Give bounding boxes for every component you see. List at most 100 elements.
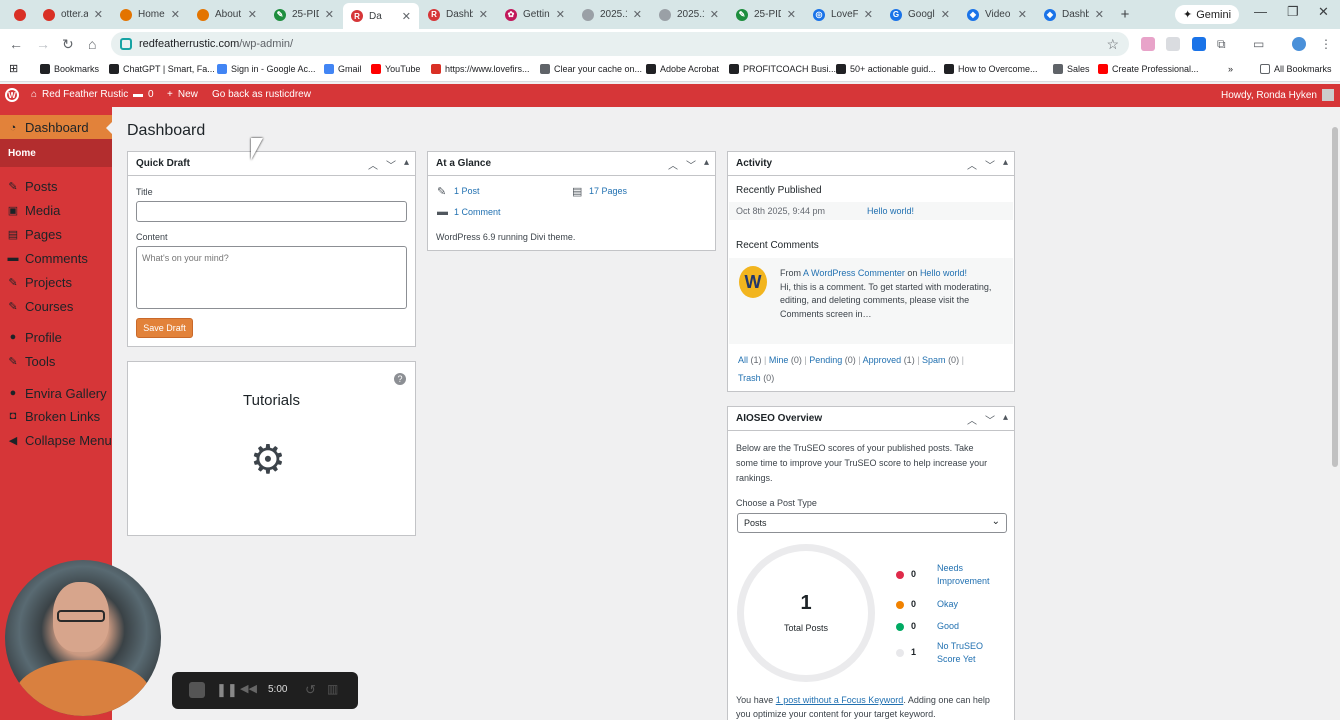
sidebar-item-tools[interactable]: ✎ Tools xyxy=(0,350,112,372)
save-draft-button[interactable]: Save Draft xyxy=(136,318,193,338)
extension-icon[interactable] xyxy=(1166,37,1180,51)
tab-close-icon[interactable]: ✕ xyxy=(1095,8,1104,21)
browser-tab[interactable]: G Googl ✕ xyxy=(882,3,958,27)
browser-tab[interactable]: R Dashb ✕ xyxy=(420,3,496,27)
collapse-toggle-icon[interactable]: ▴ xyxy=(1003,157,1008,172)
comments-link[interactable]: ▬ 0 xyxy=(133,89,154,100)
tab-close-icon[interactable]: ✕ xyxy=(94,8,103,21)
reload-icon[interactable]: ↻ xyxy=(62,36,74,53)
commenter-link[interactable]: A WordPress Commenter xyxy=(803,268,905,278)
collapse-toggle-icon[interactable]: ▴ xyxy=(704,157,709,172)
close-window-icon[interactable]: ✕ xyxy=(1318,4,1329,20)
browser-tab[interactable]: 2025.1 ✕ xyxy=(574,3,650,27)
bookmark-item[interactable]: Adobe Acrobat xyxy=(646,64,719,74)
filter-trash[interactable]: Trash (0) xyxy=(738,373,774,383)
browser-tab[interactable]: About ✕ xyxy=(189,3,265,27)
tab-close-icon[interactable]: ✕ xyxy=(941,8,950,21)
move-up-icon[interactable]: ︿ xyxy=(967,412,977,427)
tab-close-icon[interactable]: ✕ xyxy=(325,8,334,21)
scrollbar-thumb[interactable] xyxy=(1332,127,1338,467)
all-bookmarks[interactable]: All Bookmarks xyxy=(1260,64,1332,74)
browser-tab[interactable]: otter.ai ✕ xyxy=(35,3,111,27)
gemini-button[interactable]: ✦ Gemini xyxy=(1175,5,1240,24)
new-tab-icon[interactable]: + xyxy=(1113,6,1137,23)
bookmark-item[interactable]: Bookmarks xyxy=(40,64,99,74)
tab-close-icon[interactable]: ✕ xyxy=(864,8,873,21)
score-label-link[interactable]: Okay xyxy=(937,599,958,609)
tab-close-icon[interactable]: ✕ xyxy=(248,8,257,21)
back-icon[interactable]: ← xyxy=(9,36,23,52)
forward-icon[interactable]: → xyxy=(36,36,50,52)
sidebar-item-envira-gallery[interactable]: ● Envira Gallery xyxy=(0,382,112,404)
tab-close-icon[interactable]: ✕ xyxy=(1018,8,1027,21)
bookmark-item[interactable]: https://www.lovefirs... xyxy=(431,64,530,74)
sidebar-item-broken-links[interactable]: ◘ Broken Links xyxy=(0,405,112,427)
site-name-link[interactable]: ⌂ Red Feather Rustic xyxy=(31,89,128,100)
bookmark-item[interactable]: ChatGPT | Smart, Fa... xyxy=(109,64,215,74)
pages-count-link[interactable]: 17 Pages xyxy=(589,186,627,196)
page-scrollbar[interactable] xyxy=(1330,107,1340,720)
restart-icon[interactable]: ↺ xyxy=(305,682,321,698)
bookmark-item[interactable]: 50+ actionable guid... xyxy=(836,64,936,74)
tab-close-icon[interactable]: ✕ xyxy=(402,10,411,23)
trash-icon[interactable]: ▥ xyxy=(327,682,343,698)
browser-tab[interactable]: Home ✕ xyxy=(112,3,188,27)
new-content-link[interactable]: + New xyxy=(167,89,198,100)
site-info-icon[interactable] xyxy=(120,38,132,50)
draft-title-input[interactable] xyxy=(136,201,407,222)
bookmark-item[interactable]: Sales xyxy=(1053,64,1090,74)
side-panel-icon[interactable]: ▭ xyxy=(1253,37,1267,51)
score-label-link[interactable]: Good xyxy=(937,621,959,631)
move-down-icon[interactable]: ﹀ xyxy=(985,157,995,172)
browser-tab[interactable]: ✎ 25-PID ✕ xyxy=(266,3,342,27)
tab-close-icon[interactable]: ✕ xyxy=(479,8,488,21)
comment-post-link[interactable]: Hello world! xyxy=(920,268,967,278)
bookmark-star-icon[interactable]: ☆ xyxy=(1106,36,1119,53)
filter-all[interactable]: All (1) xyxy=(738,355,762,365)
collapse-toggle-icon[interactable]: ▴ xyxy=(1003,412,1008,427)
score-label-link[interactable]: No TruSEO xyxy=(937,641,983,651)
sidebar-item-profile[interactable]: ● Profile xyxy=(0,326,112,348)
move-up-icon[interactable]: ︿ xyxy=(668,157,678,172)
extension-icon[interactable] xyxy=(1141,37,1155,51)
sidebar-item-collapse-menu[interactable]: ◀ Collapse Menu xyxy=(0,429,112,451)
tab-close-icon[interactable]: ✕ xyxy=(556,8,565,21)
more-bookmarks-icon[interactable]: » xyxy=(1228,64,1233,74)
tab-close-icon[interactable]: ✕ xyxy=(787,8,796,21)
sidebar-item-dashboard[interactable]: ◔ Dashboard xyxy=(0,115,112,140)
browser-tab[interactable]: ◆ Video ✕ xyxy=(959,3,1035,27)
browser-tab[interactable] xyxy=(6,3,34,27)
wordpress-logo-icon[interactable]: W xyxy=(5,88,19,102)
url-input[interactable]: redfeatherrustic.com/wp-admin/ ☆ xyxy=(111,32,1129,56)
sidebar-item-comments[interactable]: ▬ Comments xyxy=(0,247,112,269)
bookmark-item[interactable]: PROFITCOACH Busi... xyxy=(729,64,836,74)
filter-mine[interactable]: Mine (0) xyxy=(769,355,802,365)
maximize-icon[interactable]: ❐ xyxy=(1287,4,1299,20)
browser-tab[interactable]: ✿ Getting ✕ xyxy=(497,3,573,27)
score-label-link[interactable]: Score Yet xyxy=(937,654,976,664)
collapse-toggle-icon[interactable]: ▴ xyxy=(404,157,409,172)
published-post-link[interactable]: Hello world! xyxy=(867,206,914,216)
filter-spam[interactable]: Spam (0) xyxy=(922,355,959,365)
filter-approved[interactable]: Approved (1) xyxy=(863,355,915,365)
browser-tab[interactable]: ✎ 25-PID ✕ xyxy=(728,3,804,27)
tab-close-icon[interactable]: ✕ xyxy=(710,8,719,21)
extension-icon[interactable] xyxy=(1192,37,1206,51)
apps-grid-icon[interactable]: ⊞ xyxy=(9,62,18,75)
sidebar-item-courses[interactable]: ✎ Courses xyxy=(0,295,112,317)
move-down-icon[interactable]: ﹀ xyxy=(386,157,396,172)
move-down-icon[interactable]: ﹀ xyxy=(686,157,696,172)
home-icon[interactable]: ⌂ xyxy=(88,36,96,52)
minimize-icon[interactable]: — xyxy=(1254,4,1267,19)
bookmark-item[interactable]: Clear your cache on... xyxy=(540,64,642,74)
profile-avatar[interactable] xyxy=(1292,37,1306,51)
browser-tab[interactable]: ◎ LoveF ✕ xyxy=(805,3,881,27)
bookmark-item[interactable]: YouTube xyxy=(371,64,420,74)
sidebar-item-pages[interactable]: ▤ Pages xyxy=(0,223,112,245)
sidebar-subitem-home[interactable]: Home xyxy=(8,148,36,159)
extensions-puzzle-icon[interactable]: ⧉ xyxy=(1217,37,1231,51)
tab-close-icon[interactable]: ✕ xyxy=(171,8,180,21)
help-icon[interactable]: ? xyxy=(394,373,406,385)
bookmark-item[interactable]: How to Overcome... xyxy=(944,64,1038,74)
comments-count-link[interactable]: 1 Comment xyxy=(454,207,501,217)
